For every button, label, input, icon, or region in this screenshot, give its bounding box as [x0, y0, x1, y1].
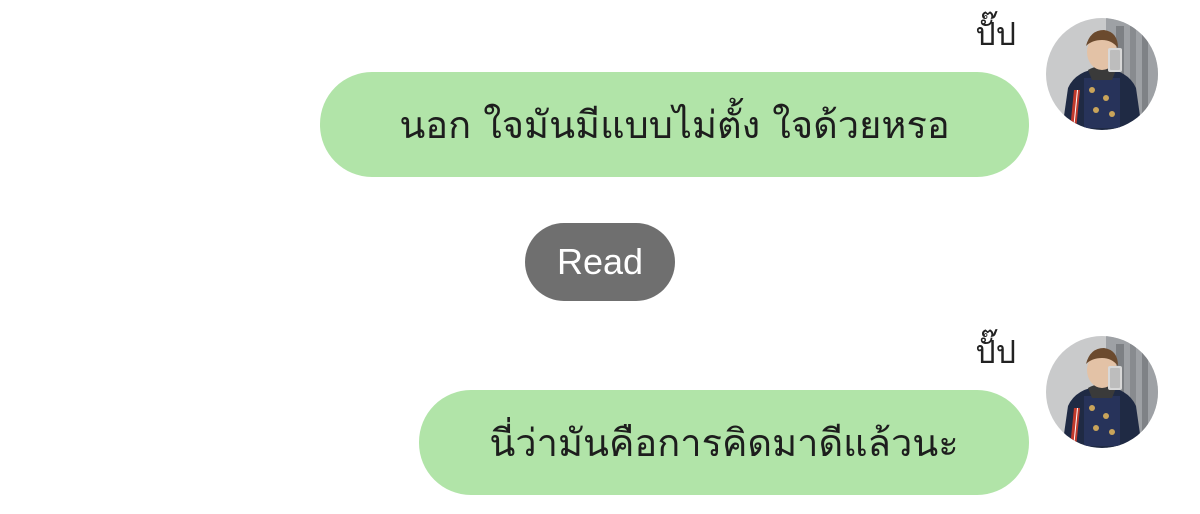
sender-name: ปั๊ป: [975, 15, 1016, 53]
message-text: นี่ว่ามันคือการคิดมาดีแล้วนะ: [489, 421, 959, 465]
avatar[interactable]: [1046, 336, 1158, 448]
message-bubble[interactable]: นี่ว่ามันคือการคิดมาดีแล้วนะ: [419, 390, 1029, 495]
read-status-label: Read: [556, 241, 644, 282]
message-text: นอก ใจมันมีแบบไม่ตั้ง ใจด้วยหรอ: [399, 103, 950, 147]
profile-photo-icon: [1046, 336, 1158, 448]
message-bubble[interactable]: นอก ใจมันมีแบบไม่ตั้ง ใจด้วยหรอ: [320, 72, 1029, 177]
sender-name: ปั๊ป: [975, 333, 1016, 371]
avatar[interactable]: [1046, 18, 1158, 130]
profile-photo-icon: [1046, 18, 1158, 130]
read-status-badge: Read: [525, 223, 675, 301]
